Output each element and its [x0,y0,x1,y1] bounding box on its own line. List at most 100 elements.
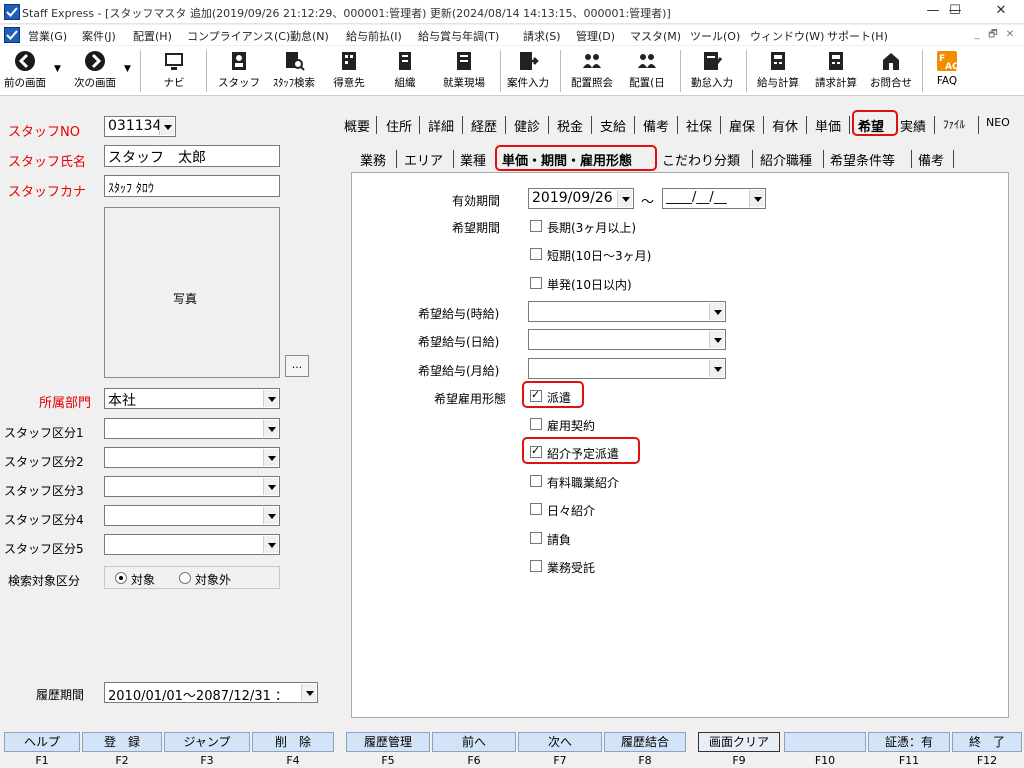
mdi-minimize-button[interactable]: _ [970,28,984,42]
tab-file[interactable]: ﾌｧｲﾙ [943,116,965,132]
valid-from-date[interactable]: 2019/09/26 [528,188,634,209]
subtab-industry[interactable]: 業種 [460,150,486,169]
f2-register-button[interactable]: 登 録 [82,732,162,752]
maximize-button[interactable]: ☐ [932,0,978,24]
staff-class-2-select[interactable] [104,447,280,468]
subtab-preference-category[interactable]: こだわり分類 [662,150,740,169]
subtab-preference-conditions[interactable]: 希望条件等 [830,150,895,169]
menu-assign[interactable]: 配置(H) [133,28,172,44]
prev-screen-button[interactable]: 前の画面 [0,50,50,94]
f11-evidence-button[interactable]: 証憑：有 [868,732,950,752]
tab-tax[interactable]: 税金 [557,116,583,135]
tab-detail[interactable]: 詳細 [428,116,454,135]
chevron-down-icon [263,420,278,437]
menu-master[interactable]: マスタ(M) [630,28,681,44]
employment-daily-placement-checkbox[interactable] [530,503,542,515]
menu-compliance[interactable]: コンプライアンス(C) [187,28,290,44]
f6-prev-button[interactable]: 前へ [432,732,516,752]
assign-day-button[interactable]: 配置(日 [622,50,672,94]
staff-class-5-select[interactable] [104,534,280,555]
menu-billing[interactable]: 請求(S) [523,28,561,44]
menu-tools[interactable]: ツール(O) [690,28,740,44]
staff-no-select[interactable]: 031134 [104,116,176,137]
dispatch-highlight [522,381,584,408]
close-button[interactable]: ✕ [978,0,1024,24]
staff-search-button[interactable]: ｽﾀｯﾌ検索 [266,50,322,94]
tab-paid-leave[interactable]: 有休 [772,116,798,135]
menu-sales[interactable]: 営業(G) [28,28,67,44]
client-button[interactable]: 得意先 [326,50,372,94]
staff-kana-field[interactable]: ｽﾀｯﾌ ﾀﾛｳ [104,175,280,197]
worksite-button[interactable]: 就業現場 [436,50,492,94]
staff-name-field[interactable]: スタッフ 太郎 [104,145,280,167]
f1-help-button[interactable]: ヘルプ [4,732,80,752]
wage-hour-select[interactable] [528,301,726,322]
photo-browse-button[interactable]: ... [285,355,309,377]
search-target-on-radio[interactable] [115,572,127,584]
payroll-button[interactable]: 給与計算 [750,50,806,94]
search-target-off-radio[interactable] [179,572,191,584]
menu-advance-pay[interactable]: 給与前払(I) [346,28,402,44]
billing-button[interactable]: 請求計算 [808,50,864,94]
tab-social-insurance[interactable]: 社保 [686,116,712,135]
subtab-area[interactable]: エリア [404,150,443,169]
menu-orders[interactable]: 案件(J) [82,28,116,44]
subtab-referral-job[interactable]: 紹介職種 [760,150,812,169]
subtab-notes[interactable]: 備考 [918,150,944,169]
assign-view-button[interactable]: 配置照会 [566,50,618,94]
f4-delete-button[interactable]: 削 除 [252,732,334,752]
period-long-checkbox[interactable] [530,220,542,232]
period-short-checkbox[interactable] [530,248,542,260]
f3-jump-button[interactable]: ジャンプ [164,732,250,752]
mdi-restore-button[interactable]: 🗗 [986,28,1000,42]
prev-dropdown-icon[interactable]: ▼ [54,64,61,74]
next-screen-button[interactable]: 次の画面 [68,50,122,94]
staff-class-4-select[interactable] [104,505,280,526]
staff-class-1-select[interactable] [104,418,280,439]
staff-button[interactable]: スタッフ [216,50,262,94]
employment-paid-placement-checkbox[interactable] [530,475,542,487]
tab-notes[interactable]: 備考 [643,116,669,135]
menu-support[interactable]: サポート(H) [827,28,888,44]
tab-record[interactable]: 実績 [900,116,926,135]
tab-neo[interactable]: NEO [986,116,1010,129]
tab-employment-insurance[interactable]: 雇保 [729,116,755,135]
f12-exit-button[interactable]: 終 了 [952,732,1022,752]
f8-history-merge-button[interactable]: 履歴結合 [604,732,686,752]
tab-career[interactable]: 経歴 [471,116,497,135]
history-period-select[interactable]: 2010/01/01～2087/12/31 ： [104,682,318,704]
tab-overview[interactable]: 概要 [344,116,370,135]
tab-address[interactable]: 住所 [386,116,412,135]
organization-button[interactable]: 組織 [382,50,428,94]
f9-clear-screen-button[interactable]: 画面クリア [698,732,780,752]
staff-class-3-select[interactable] [104,476,280,497]
tab-checkup[interactable]: 健診 [514,116,540,135]
mdi-close-button[interactable]: ✕ [1003,28,1017,42]
tab-unit-price[interactable]: 単価 [815,116,841,135]
faq-button[interactable]: F AQ FAQ [926,50,968,94]
search-target-group: 対象 対象外 [104,566,280,589]
f5-history-button[interactable]: 履歴管理 [346,732,430,752]
period-oneoff-checkbox[interactable] [530,277,542,289]
tab-payment[interactable]: 支給 [600,116,626,135]
menu-admin[interactable]: 管理(D) [576,28,615,44]
menu-payroll[interactable]: 給与賞与年調(T) [418,28,499,44]
chevron-down-icon [709,360,724,377]
f7-next-button[interactable]: 次へ [518,732,602,752]
wage-month-select[interactable] [528,358,726,379]
attendance-input-button[interactable]: 勤怠入力 [684,50,740,94]
navi-button[interactable]: ナビ [152,50,196,94]
employment-contract-checkbox[interactable] [530,418,542,430]
menu-window[interactable]: ウィンドウ(W) [750,28,824,44]
menu-attendance[interactable]: 勤怠(N) [290,28,329,44]
employment-outsourcing-checkbox[interactable] [530,560,542,572]
inquiry-button[interactable]: お問合せ [866,50,916,94]
employment-contracting-checkbox[interactable] [530,532,542,544]
valid-to-date[interactable]: ____/__/__ [662,188,766,209]
subtab-job[interactable]: 業務 [360,150,386,169]
order-input-button[interactable]: 案件入力 [502,50,554,94]
wage-day-select[interactable] [528,329,726,350]
f10-button[interactable] [784,732,866,752]
dept-select[interactable]: 本社 [104,388,280,409]
next-dropdown-icon[interactable]: ▼ [124,64,131,74]
